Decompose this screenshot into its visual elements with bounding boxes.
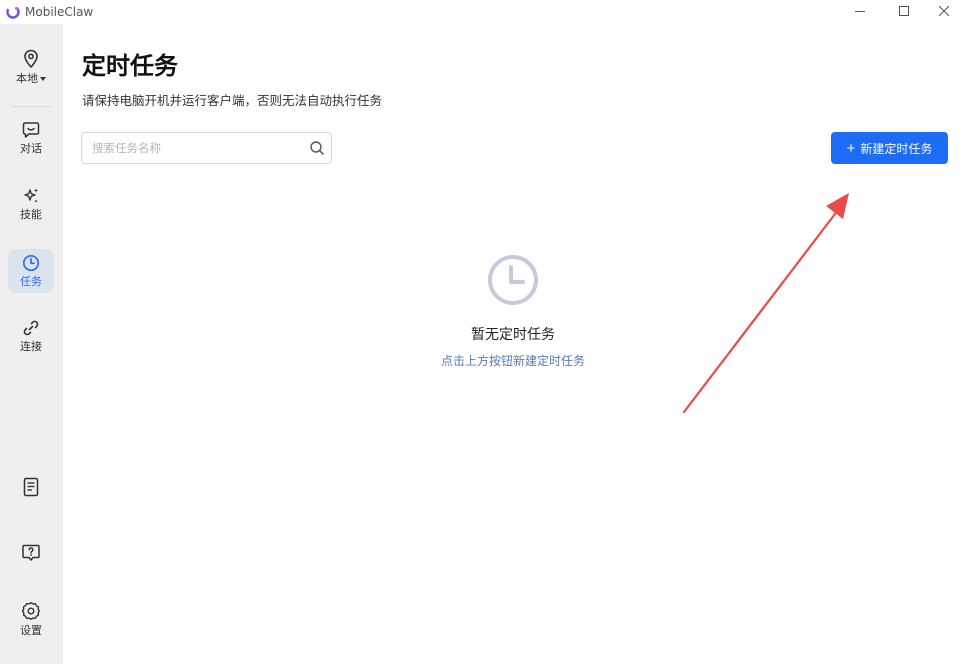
- main-content: 定时任务 请保持电脑开机并运行客户端，否则无法自动执行任务 + 新建定时任务 暂…: [63, 24, 960, 664]
- sidebar-docs-button[interactable]: [8, 472, 54, 516]
- empty-state: 暂无定时任务 点击上方按钮新建定时任务: [393, 254, 633, 369]
- new-task-button-label: 新建定时任务: [860, 141, 933, 156]
- sidebar-item-skills[interactable]: 技能: [8, 182, 54, 226]
- maximize-button[interactable]: [882, 0, 926, 22]
- sidebar-item-chat[interactable]: 对话: [8, 116, 54, 160]
- sidebar-item-label: 设置: [20, 624, 42, 637]
- sidebar-item-label: 任务: [20, 275, 42, 288]
- location-label: 本地: [16, 72, 46, 85]
- search-box: [81, 132, 332, 164]
- search-icon[interactable]: [309, 140, 325, 156]
- empty-state-title: 暂无定时任务: [471, 327, 555, 343]
- app-logo-icon: [6, 5, 20, 19]
- location-selector[interactable]: 本地: [8, 44, 54, 88]
- minimize-icon: [855, 11, 865, 12]
- minimize-button[interactable]: [838, 0, 882, 22]
- sidebar-item-connections[interactable]: 连接: [8, 314, 54, 358]
- clock-icon: [22, 254, 40, 272]
- sidebar-item-label: 技能: [20, 208, 42, 221]
- close-button[interactable]: [922, 0, 960, 22]
- sidebar-item-label: 连接: [20, 340, 42, 353]
- empty-state-hint: 点击上方按钮新建定时任务: [440, 354, 585, 368]
- sidebar-divider: [12, 106, 51, 107]
- page-title: 定时任务: [82, 52, 178, 80]
- sidebar-help-button[interactable]: [8, 538, 54, 582]
- link-icon: [23, 320, 39, 336]
- close-icon: [939, 6, 949, 16]
- chevron-down-icon: [40, 77, 46, 81]
- document-icon: [23, 477, 39, 497]
- title-bar: MobileClaw: [0, 0, 960, 24]
- sparkle-icon: [24, 188, 38, 203]
- chat-bubble-icon: [22, 122, 40, 138]
- app-window: MobileClaw 本地 对话 技能 任务 连接 设置 定时任务 请保持电脑开…: [0, 0, 960, 664]
- sidebar-item-tasks[interactable]: 任务: [8, 249, 54, 293]
- app-title: MobileClaw: [25, 5, 94, 19]
- gear-icon: [21, 602, 40, 620]
- help-icon: [22, 544, 40, 561]
- plus-icon: +: [846, 139, 856, 157]
- sidebar-item-label: 对话: [20, 142, 42, 155]
- sidebar-item-settings[interactable]: 设置: [8, 596, 54, 640]
- sidebar: 本地 对话 技能 任务 连接 设置: [0, 24, 63, 664]
- clock-icon: [488, 255, 538, 305]
- page-subtitle: 请保持电脑开机并运行客户端，否则无法自动执行任务: [82, 93, 383, 108]
- new-task-button[interactable]: + 新建定时任务: [831, 132, 948, 164]
- maximize-icon: [899, 6, 909, 16]
- search-input[interactable]: [92, 133, 302, 163]
- location-pin-icon: [24, 49, 38, 69]
